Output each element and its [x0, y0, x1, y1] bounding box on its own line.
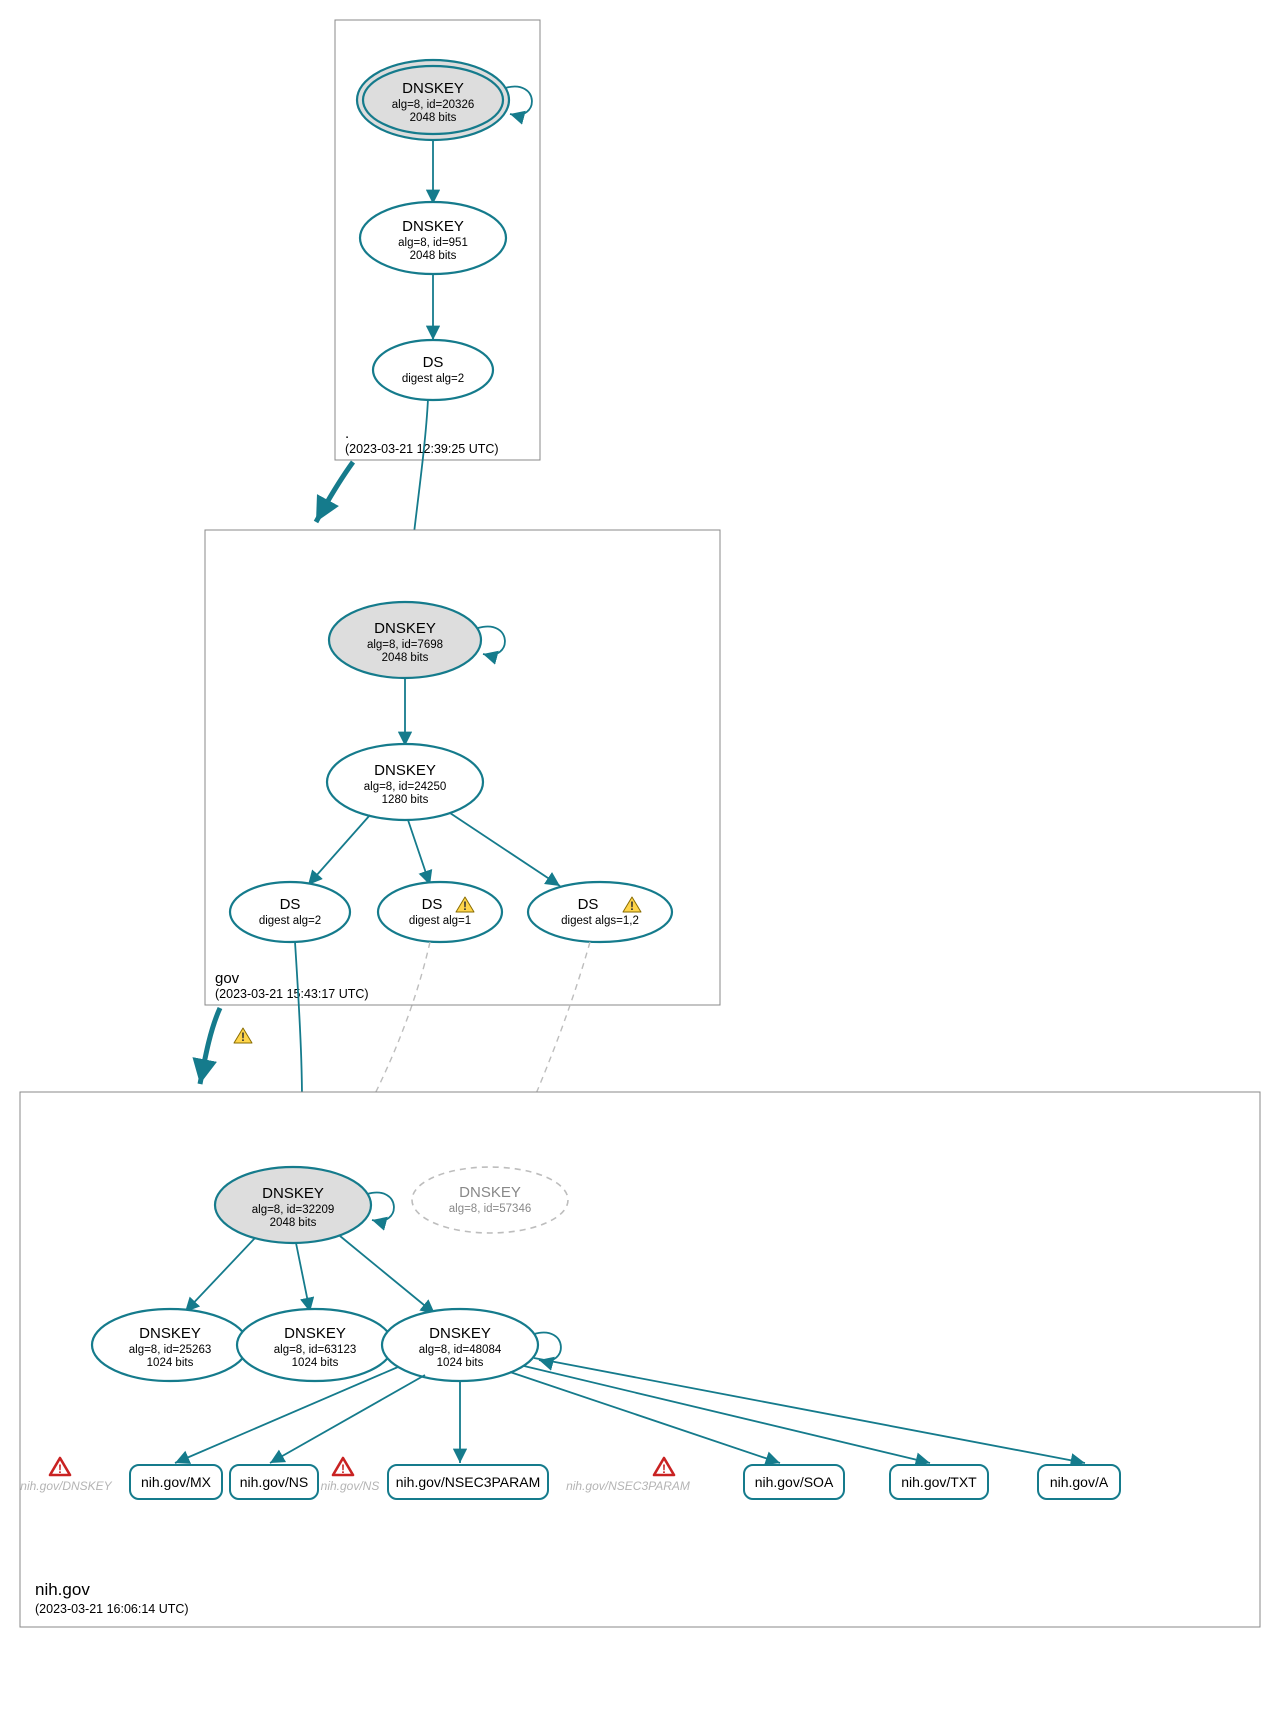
nih-z1-title: DNSKEY [139, 1325, 201, 1342]
ghost-dnskey: nih.gov/DNSKEY [20, 1479, 112, 1493]
svg-text:!: ! [463, 899, 467, 913]
dnssec-graph: . (2023-03-21 12:39:25 UTC) DNSKEY alg=8… [0, 0, 1280, 1711]
nih-ghost-title: DNSKEY [459, 1184, 521, 1201]
nih-z2-bits: 1024 bits [292, 1357, 339, 1369]
svg-text:!: ! [241, 1030, 245, 1044]
root-ds-title: DS [423, 354, 444, 371]
nih-ghost-alg: alg=8, id=57346 [449, 1203, 532, 1215]
svg-text:!: ! [341, 1462, 345, 1476]
gov-ksk-alg: alg=8, id=7698 [367, 639, 443, 651]
gov-ksk-title: DNSKEY [374, 620, 436, 637]
nih-ksk-alg: alg=8, id=32209 [252, 1204, 335, 1216]
gov-zsk-alg: alg=8, id=24250 [364, 781, 447, 793]
svg-text:!: ! [58, 1462, 62, 1476]
gov-ds3-alg: digest algs=1,2 [561, 915, 639, 927]
warning-icon: ! [234, 1028, 252, 1044]
nih-z2-alg: alg=8, id=63123 [274, 1344, 357, 1356]
root-ksk-bits: 2048 bits [410, 112, 457, 124]
gov-ds3-title: DS [578, 896, 599, 913]
zone-label-nih: nih.gov [35, 1580, 90, 1599]
root-ksk-title: DNSKEY [402, 80, 464, 97]
svg-text:!: ! [662, 1462, 666, 1476]
zone-ts-root: (2023-03-21 12:39:25 UTC) [345, 442, 499, 456]
zone-label-gov: gov [215, 970, 240, 987]
zone-ts-gov: (2023-03-21 15:43:17 UTC) [215, 987, 369, 1001]
gov-zsk-title: DNSKEY [374, 762, 436, 779]
nih-z3-bits: 1024 bits [437, 1357, 484, 1369]
rr-txt: nih.gov/TXT [901, 1474, 977, 1490]
root-ds-alg: digest alg=2 [402, 373, 464, 385]
nih-z3-title: DNSKEY [429, 1325, 491, 1342]
root-zsk-title: DNSKEY [402, 218, 464, 235]
gov-ds1-title: DS [280, 896, 301, 913]
root-ksk-alg: alg=8, id=20326 [392, 99, 475, 111]
nih-z1-bits: 1024 bits [147, 1357, 194, 1369]
gov-ds1-alg: digest alg=2 [259, 915, 321, 927]
nih-z2-title: DNSKEY [284, 1325, 346, 1342]
nih-z1-alg: alg=8, id=25263 [129, 1344, 212, 1356]
zone-label-root: . [345, 425, 349, 442]
zone-ts-nih: (2023-03-21 16:06:14 UTC) [35, 1602, 189, 1616]
rr-n3p: nih.gov/NSEC3PARAM [396, 1474, 540, 1490]
gov-ds2-title: DS [422, 896, 443, 913]
nih-ksk-bits: 2048 bits [270, 1217, 317, 1229]
rr-soa: nih.gov/SOA [755, 1474, 834, 1490]
rr-mx: nih.gov/MX [141, 1474, 212, 1490]
rr-ns: nih.gov/NS [240, 1474, 308, 1490]
gov-zsk-bits: 1280 bits [382, 794, 429, 806]
gov-ksk-bits: 2048 bits [382, 652, 429, 664]
ghost-ns: nih.gov/NS [321, 1479, 380, 1493]
nih-ksk-title: DNSKEY [262, 1185, 324, 1202]
ghost-n3p: nih.gov/NSEC3PARAM [566, 1479, 690, 1493]
root-zsk-alg: alg=8, id=951 [398, 237, 468, 249]
svg-text:!: ! [630, 899, 634, 913]
root-zsk-bits: 2048 bits [410, 250, 457, 262]
gov-ds2-alg: digest alg=1 [409, 915, 471, 927]
rr-a: nih.gov/A [1050, 1474, 1109, 1490]
nih-z3-alg: alg=8, id=48084 [419, 1344, 502, 1356]
